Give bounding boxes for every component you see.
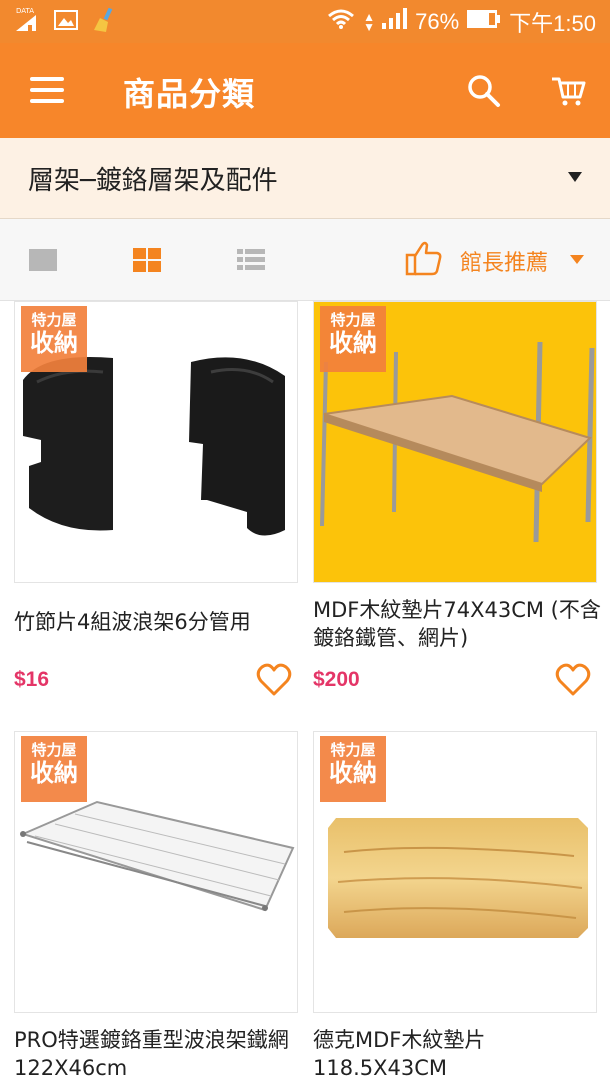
- badge-line1: 特力屋: [330, 311, 376, 329]
- menu-button[interactable]: [30, 77, 66, 105]
- sort-caret-icon: [570, 255, 584, 264]
- battery-icon: [467, 9, 501, 35]
- product-name[interactable]: 德克MDF木紋墊片 118.5X43CM: [313, 1026, 603, 1082]
- cleaner-broom-icon: [92, 7, 118, 36]
- product-image[interactable]: 特力屋 收納: [14, 301, 298, 583]
- signal-icon: [381, 8, 408, 36]
- cart-icon: [552, 77, 586, 106]
- status-bar: DATA ▲ ▼ 76% 下午1:50: [0, 0, 610, 43]
- sort-dropdown[interactable]: 館長推薦: [404, 237, 594, 281]
- page-title: 商品分類: [123, 75, 256, 113]
- badge-line1: 特力屋: [330, 741, 376, 759]
- data-arrows-icon: ▲ ▼: [363, 10, 376, 34]
- grid-view-icon: [133, 248, 161, 272]
- badge-line2: 收納: [30, 759, 78, 787]
- menu-icon: [30, 77, 64, 81]
- wifi-icon: [327, 8, 355, 36]
- search-icon: [468, 75, 500, 107]
- menu-icon: [30, 88, 64, 92]
- product-price: $16: [14, 668, 50, 691]
- badge-line1: 特力屋: [31, 311, 77, 329]
- promo-badge: 特力屋 收納: [21, 306, 87, 372]
- list-view-icon: [237, 249, 265, 270]
- heart-icon: [256, 663, 292, 696]
- badge-line2: 收納: [329, 759, 377, 787]
- thumbs-up-icon: [405, 241, 442, 276]
- promo-badge: 特力屋 收納: [320, 736, 386, 802]
- product-name[interactable]: 竹節片4組波浪架6分管用: [14, 608, 304, 636]
- cart-button[interactable]: [550, 73, 588, 109]
- favorite-button[interactable]: [256, 663, 292, 697]
- product-image[interactable]: 特力屋 收納: [313, 731, 597, 1013]
- sim-data-icon: DATA: [14, 7, 40, 33]
- favorite-button[interactable]: [555, 663, 591, 697]
- menu-icon: [30, 99, 64, 103]
- product-name[interactable]: PRO特選鍍鉻重型波浪架鐵網 122X46cm: [14, 1026, 304, 1082]
- gallery-icon: [54, 10, 78, 34]
- single-view-button[interactable]: [28, 247, 58, 273]
- data-label: DATA: [16, 7, 35, 15]
- product-image[interactable]: 特力屋 收納: [14, 731, 298, 1013]
- single-view-icon: [29, 249, 57, 271]
- category-label: 層架─鍍鉻層架及配件: [28, 166, 278, 196]
- list-view-button[interactable]: [236, 247, 266, 273]
- promo-badge: 特力屋 收納: [320, 306, 386, 372]
- grid-view-button[interactable]: [132, 247, 162, 273]
- product-image[interactable]: 特力屋 收納: [313, 301, 597, 583]
- clock: 下午1:50: [509, 11, 596, 36]
- promo-badge: 特力屋 收納: [21, 736, 87, 802]
- sort-label: 館長推薦: [460, 251, 549, 276]
- battery-percent: 76%: [415, 9, 460, 34]
- badge-line2: 收納: [329, 329, 377, 357]
- badge-line1: 特力屋: [31, 741, 77, 759]
- search-button[interactable]: [466, 73, 502, 109]
- product-price: $200: [313, 668, 360, 691]
- dropdown-caret-icon: [568, 172, 582, 182]
- app-bar: 商品分類: [0, 43, 610, 138]
- category-selector[interactable]: 層架─鍍鉻層架及配件: [0, 138, 610, 219]
- heart-icon: [555, 663, 591, 696]
- product-name[interactable]: MDF木紋墊片74X43CM (不含鍍鉻鐵管、網片): [313, 596, 603, 652]
- badge-line2: 收納: [30, 329, 78, 357]
- view-toolbar: 館長推薦: [0, 219, 610, 301]
